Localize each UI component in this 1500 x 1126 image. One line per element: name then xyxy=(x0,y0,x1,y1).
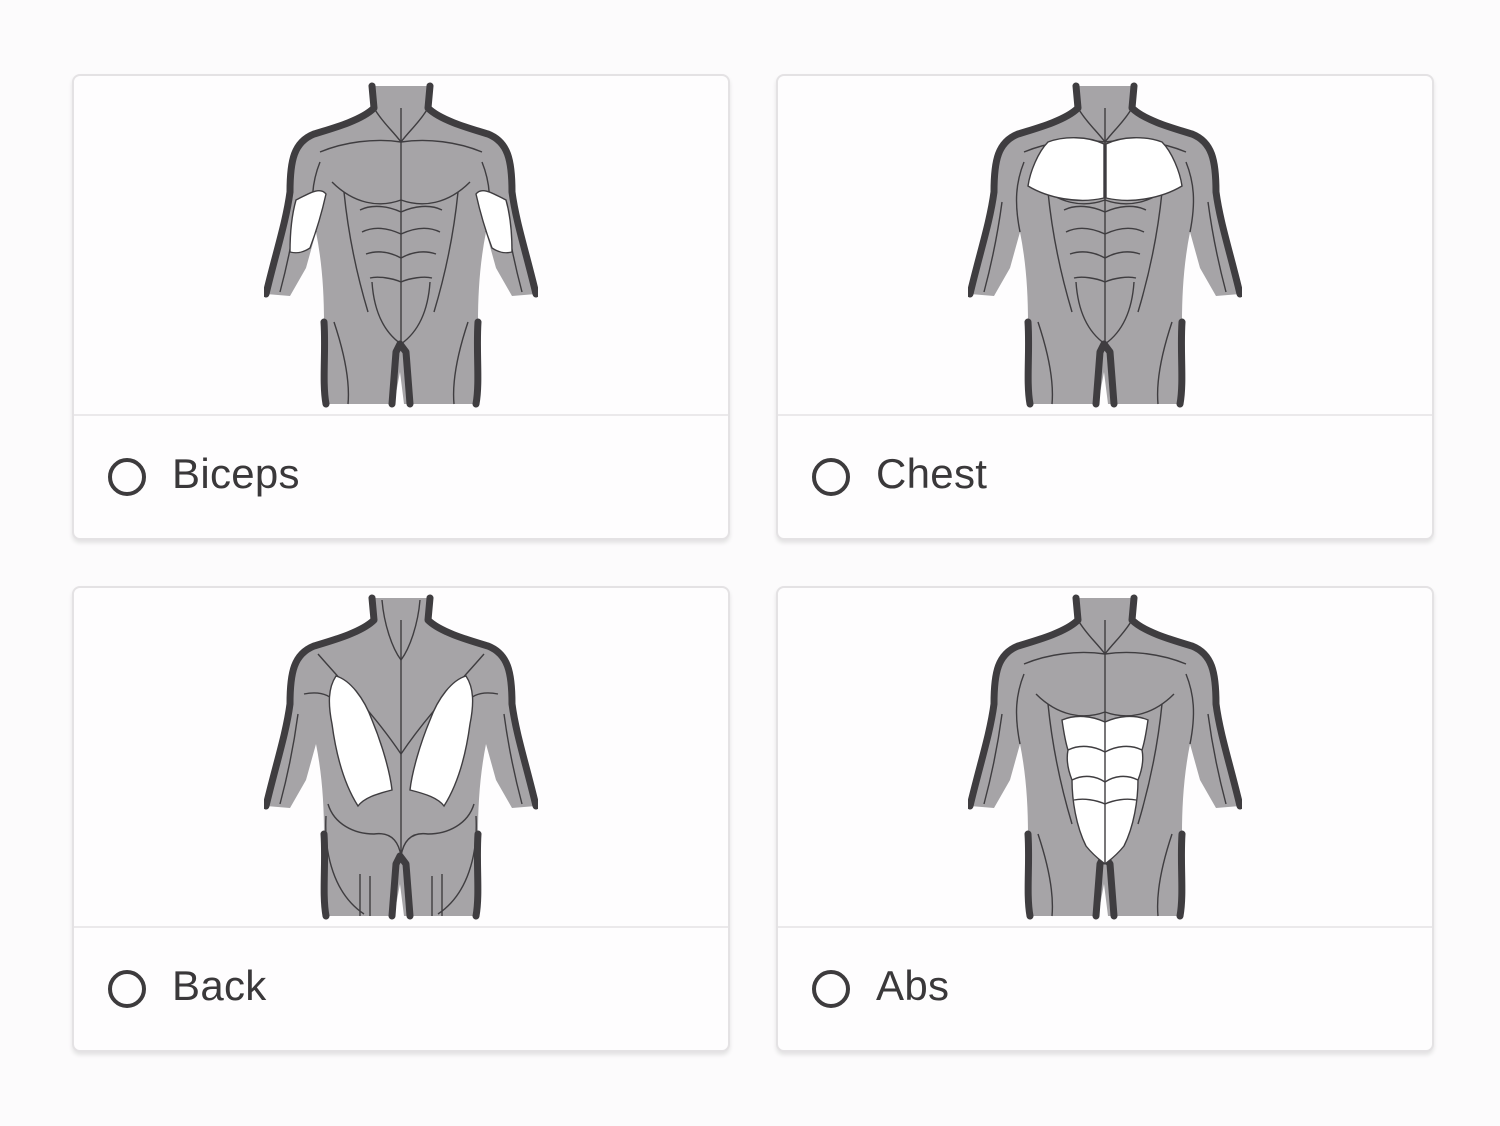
option-row[interactable]: Chest xyxy=(778,416,1432,538)
option-row[interactable]: Back xyxy=(74,928,728,1050)
option-card-back[interactable]: Back xyxy=(72,586,730,1052)
option-card-chest[interactable]: Chest xyxy=(776,74,1434,540)
front-torso-abs-icon xyxy=(968,594,1242,920)
option-label: Abs xyxy=(876,962,950,1009)
option-label: Back xyxy=(172,962,267,1009)
option-label: Biceps xyxy=(172,450,300,497)
option-card-abs[interactable]: Abs xyxy=(776,586,1434,1052)
radio-button[interactable] xyxy=(812,458,850,496)
option-row[interactable]: Biceps xyxy=(74,416,728,538)
option-card-biceps[interactable]: Biceps xyxy=(72,74,730,540)
figure-area xyxy=(778,76,1432,416)
front-torso-chest-icon xyxy=(968,82,1242,408)
front-torso-biceps-icon xyxy=(264,82,538,408)
radio-button[interactable] xyxy=(108,458,146,496)
option-row[interactable]: Abs xyxy=(778,928,1432,1050)
figure-area xyxy=(778,588,1432,928)
option-label: Chest xyxy=(876,450,988,497)
radio-button[interactable] xyxy=(812,970,850,1008)
figure-area xyxy=(74,76,728,416)
figure-area xyxy=(74,588,728,928)
muscle-options-grid: Biceps Chest Back Abs xyxy=(72,74,1434,1052)
back-torso-lats-icon xyxy=(264,594,538,920)
radio-button[interactable] xyxy=(108,970,146,1008)
